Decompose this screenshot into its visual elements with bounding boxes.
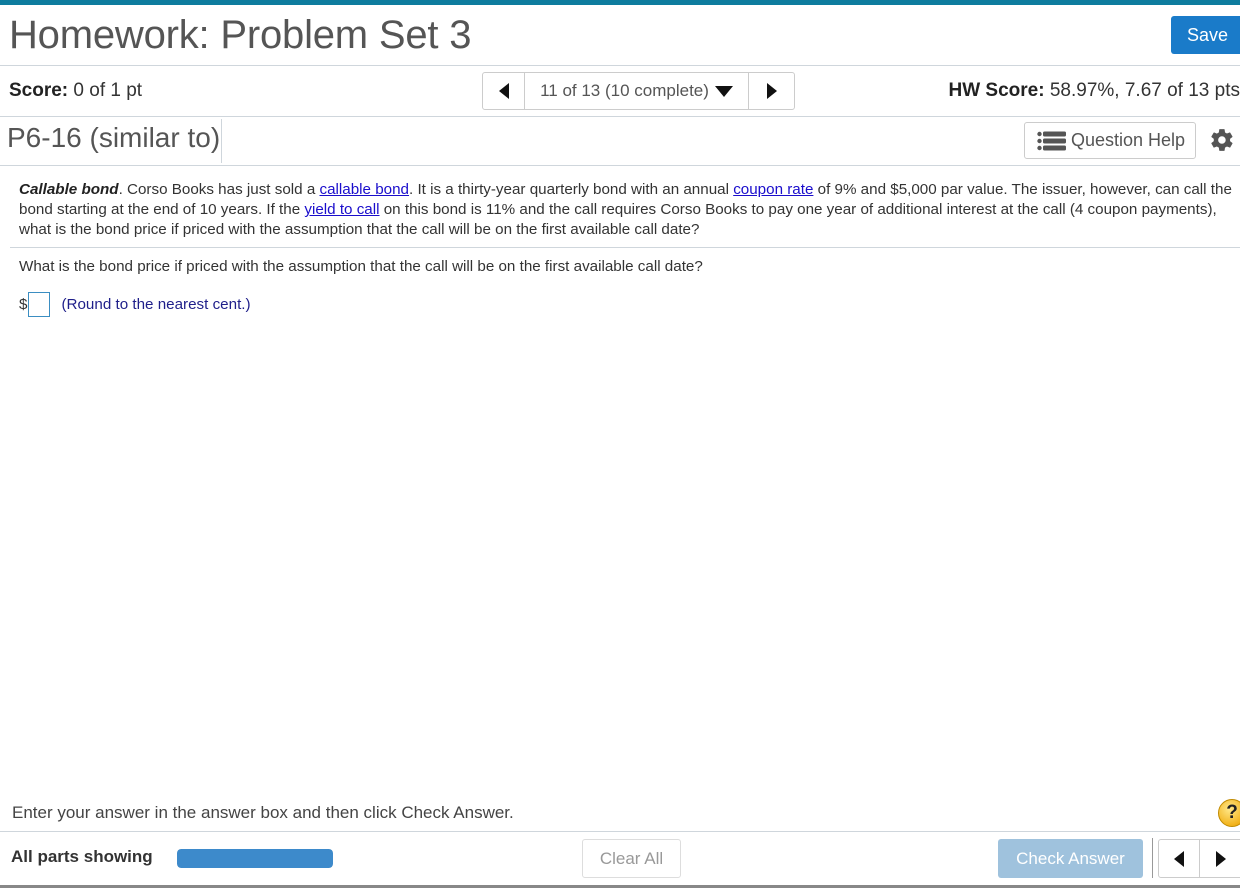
divider <box>0 165 1240 166</box>
help-question-icon[interactable]: ? <box>1218 799 1240 827</box>
check-answer-button[interactable]: Check Answer <box>998 839 1143 878</box>
question-help-button[interactable]: Question Help <box>1024 122 1196 159</box>
divider <box>0 116 1240 117</box>
triangle-left-icon <box>1174 850 1184 867</box>
glossary-link-yield-to-call[interactable]: yield to call <box>304 201 379 218</box>
triangle-right-icon <box>1215 850 1226 867</box>
gear-icon[interactable] <box>1209 127 1235 153</box>
previous-question-button[interactable] <box>483 73 525 109</box>
answer-input[interactable] <box>28 292 51 317</box>
homework-score: HW Score: 58.97%, 7.67 of 13 pts <box>949 80 1240 102</box>
caret-down-icon <box>714 85 733 97</box>
question-id: P6-16 (similar to) <box>7 122 221 153</box>
clear-all-button[interactable]: Clear All <box>582 839 681 878</box>
hw-score-label: HW Score: <box>948 80 1045 101</box>
question-position-text: 11 of 13 (10 complete) <box>540 81 709 100</box>
currency-symbol: $ <box>19 296 28 313</box>
question-text: What is the bond price if priced with th… <box>19 258 703 275</box>
next-question-button[interactable] <box>748 73 794 109</box>
divider <box>0 831 1240 832</box>
vertical-divider <box>221 119 222 163</box>
list-icon <box>1037 131 1066 150</box>
rounding-hint: (Round to the nearest cent.) <box>61 296 251 313</box>
problem-text: . It is a thirty-year quarterly bond wit… <box>409 181 734 198</box>
page-title: Homework: Problem Set 3 <box>9 13 472 57</box>
triangle-right-icon <box>766 83 777 99</box>
score-value: 0 of 1 pt <box>73 80 143 101</box>
hw-score-value: 58.97%, 7.67 of 13 pts <box>1049 80 1240 101</box>
divider <box>10 247 1240 248</box>
glossary-link-callable-bond[interactable]: callable bond <box>320 181 410 198</box>
question-help-label: Question Help <box>1071 130 1186 150</box>
question-score: Score: 0 of 1 pt <box>9 80 142 102</box>
problem-statement: Callable bond. Corso Books has just sold… <box>19 180 1234 240</box>
question-select-dropdown[interactable]: 11 of 13 (10 complete) <box>525 73 748 109</box>
top-accent-bar <box>0 0 1240 5</box>
triangle-left-icon <box>498 83 509 99</box>
answer-row: $ (Round to the nearest cent.) <box>19 292 251 317</box>
progress-fill <box>177 849 333 868</box>
problem-lead: Callable bond <box>19 181 119 198</box>
footer-question-navigator <box>1158 839 1240 878</box>
divider <box>0 65 1240 66</box>
vertical-divider <box>1152 838 1153 878</box>
problem-text: . Corso Books has just sold a <box>118 181 320 198</box>
parts-progress-bar <box>177 849 333 868</box>
footer-next-button[interactable] <box>1200 840 1240 877</box>
instruction-text: Enter your answer in the answer box and … <box>12 803 514 822</box>
question-navigator: 11 of 13 (10 complete) <box>482 72 795 110</box>
footer-previous-button[interactable] <box>1159 840 1200 877</box>
score-label: Score: <box>9 80 69 101</box>
parts-showing-label: All parts showing <box>11 847 153 866</box>
glossary-link-coupon-rate[interactable]: coupon rate <box>733 181 813 198</box>
save-button[interactable]: Save <box>1171 16 1240 54</box>
